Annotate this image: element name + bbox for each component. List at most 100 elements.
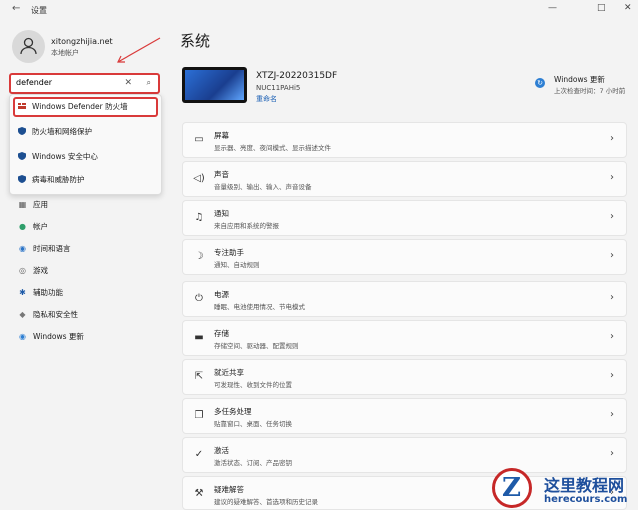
card-title: 屏幕	[214, 131, 229, 140]
settings-card-storage[interactable]: ▬ 存储 存储空间、驱动器、配置规则 ›	[182, 320, 627, 356]
title-bar: ← 设置 — □ ✕	[0, 0, 638, 22]
card-title: 专注助手	[214, 248, 244, 257]
search-result-label: 防火墙和网络保护	[32, 127, 92, 136]
sidebar-item-time-language[interactable]: ◉ 时间和语言	[18, 243, 71, 254]
clear-search-icon[interactable]: ✕	[124, 78, 132, 88]
chevron-right-icon: ›	[610, 292, 614, 303]
search-result-label: Windows 安全中心	[32, 152, 98, 161]
card-title: 激活	[214, 446, 229, 455]
search-results-dropdown: Windows Defender 防火墙 防火墙和网络保护 Windows 安全…	[9, 94, 162, 195]
account-icon: ●	[19, 222, 26, 231]
settings-search-box[interactable]: ✕ ⌕	[9, 73, 160, 94]
app-title: 设置	[31, 6, 47, 15]
sidebar-item-privacy-security[interactable]: ◆ 隐私和安全性	[18, 309, 78, 320]
settings-card-nearby-sharing[interactable]: ⇱ 就近共享可发现性、收到文件的位置 ›	[182, 359, 627, 395]
bell-icon: ♫	[194, 212, 204, 223]
search-result-security-center[interactable]: Windows 安全中心	[18, 151, 98, 162]
chevron-right-icon: ›	[610, 133, 614, 144]
card-title: 声音	[214, 170, 229, 179]
card-subtitle: 建议的疑难解答、首选项和历史记录	[214, 498, 318, 506]
sidebar-item-apps[interactable]: ▦ 应用	[18, 199, 48, 210]
device-model: NUC11PAHi5	[256, 84, 301, 92]
accessibility-icon: ✱	[19, 288, 26, 297]
card-subtitle: 可发现性、收到文件的位置	[214, 381, 292, 389]
search-icon[interactable]: ⌕	[147, 78, 151, 88]
shield-icon: ◆	[19, 310, 26, 319]
card-subtitle: 显示器、亮度、夜间模式、显示描述文件	[214, 144, 331, 152]
windows-update-status: 上次检查时间：7 小时前	[554, 87, 626, 95]
settings-card-display[interactable]: ▭ 屏幕显示器、亮度、夜间模式、显示描述文件 ›	[182, 122, 627, 158]
search-result-firewall-network[interactable]: 防火墙和网络保护	[18, 126, 92, 137]
card-subtitle: 贴靠窗口、桌面、任务切换	[214, 420, 292, 428]
update-icon[interactable]: ↻	[535, 78, 545, 88]
search-input[interactable]	[16, 78, 116, 87]
apps-icon: ▦	[18, 200, 27, 209]
update-icon: ◉	[19, 332, 26, 341]
sidebar-item-label: Windows 更新	[33, 332, 84, 341]
chevron-right-icon: ›	[610, 448, 614, 459]
page-title: 系统	[180, 32, 211, 50]
sidebar-item-label: 隐私和安全性	[33, 310, 78, 319]
search-result-label: 病毒和威胁防护	[32, 175, 85, 184]
settings-card-multitasking[interactable]: ❐ 多任务处理贴靠窗口、桌面、任务切换 ›	[182, 398, 627, 434]
device-thumbnail	[182, 67, 247, 103]
search-result-label: Windows Defender 防火墙	[32, 102, 128, 111]
shield-icon	[18, 175, 26, 183]
card-subtitle: 存储空间、驱动器、配置规则	[214, 342, 299, 350]
chevron-right-icon: ›	[610, 409, 614, 420]
chevron-right-icon: ›	[610, 370, 614, 381]
shield-icon	[18, 127, 26, 135]
minimize-icon[interactable]: —	[548, 3, 557, 13]
settings-card-notifications[interactable]: ♫ 通知 来自应用和系统的警报 ›	[182, 200, 627, 236]
card-subtitle: 激活状态、订阅、产品密钥	[214, 459, 292, 467]
globe-icon: ◉	[19, 244, 26, 253]
watermark-logo: Z	[492, 468, 532, 508]
back-icon[interactable]: ←	[12, 3, 20, 14]
power-icon: ⏻	[195, 293, 203, 304]
watermark-title: 这里教程网	[544, 476, 625, 495]
gamepad-icon: ◎	[19, 266, 26, 275]
card-title: 疑难解答	[214, 485, 244, 494]
storage-icon: ▬	[194, 332, 204, 343]
sidebar-item-label: 应用	[33, 200, 48, 209]
sidebar-item-accessibility[interactable]: ✱ 辅助功能	[18, 287, 63, 298]
shield-icon	[18, 152, 26, 160]
speaker-icon: ◁)	[193, 173, 205, 184]
settings-card-power[interactable]: ⏻ 电源 睡眠、电池使用情况、节电模式 ›	[182, 281, 627, 317]
card-subtitle: 来自应用和系统的警报	[214, 222, 279, 230]
sidebar-item-windows-update[interactable]: ◉ Windows 更新	[18, 331, 84, 342]
multitask-icon: ❐	[194, 410, 204, 421]
windows-update-title[interactable]: Windows 更新	[554, 74, 605, 85]
rename-link[interactable]: 重命名	[256, 94, 277, 104]
moon-icon: ☽	[194, 251, 204, 262]
close-icon[interactable]: ✕	[624, 3, 632, 13]
device-name: XTZJ-20220315DF	[256, 71, 338, 81]
sidebar-item-gaming[interactable]: ◎ 游戏	[18, 265, 48, 276]
card-title: 通知	[214, 209, 229, 218]
sidebar-item-label: 帐户	[33, 222, 48, 231]
wrench-icon: ⚒	[194, 488, 204, 499]
settings-card-focus-assist[interactable]: ☽ 专注助手 通知、自动规则 ›	[182, 239, 627, 275]
search-result-firewall[interactable]: Windows Defender 防火墙	[18, 101, 128, 112]
card-title: 就近共享	[214, 368, 244, 377]
monitor-icon: ▭	[194, 134, 204, 145]
chevron-right-icon: ›	[610, 172, 614, 183]
maximize-icon[interactable]: □	[597, 3, 606, 13]
check-icon: ✓	[194, 449, 204, 460]
firewall-icon	[18, 103, 26, 109]
avatar	[12, 30, 45, 63]
account-type: 本地帐户	[51, 49, 79, 57]
account-name: xitongzhijia.net	[51, 37, 113, 46]
search-result-virus-protection[interactable]: 病毒和威胁防护	[18, 174, 85, 185]
card-subtitle: 睡眠、电池使用情况、节电模式	[214, 303, 305, 311]
sidebar-item-accounts[interactable]: ● 帐户	[18, 221, 48, 232]
annotation-arrow	[117, 37, 161, 63]
chevron-right-icon: ›	[610, 331, 614, 342]
user-icon	[20, 37, 37, 55]
settings-card-sound[interactable]: ◁) 声音 音量级别、输出、输入、声音设备 ›	[182, 161, 627, 197]
share-icon: ⇱	[194, 371, 204, 382]
watermark: Z 这里教程网 herecours.com	[492, 468, 638, 510]
card-subtitle: 通知、自动规则	[214, 261, 260, 269]
sidebar-item-label: 游戏	[33, 266, 48, 275]
card-title: 多任务处理	[214, 407, 252, 416]
